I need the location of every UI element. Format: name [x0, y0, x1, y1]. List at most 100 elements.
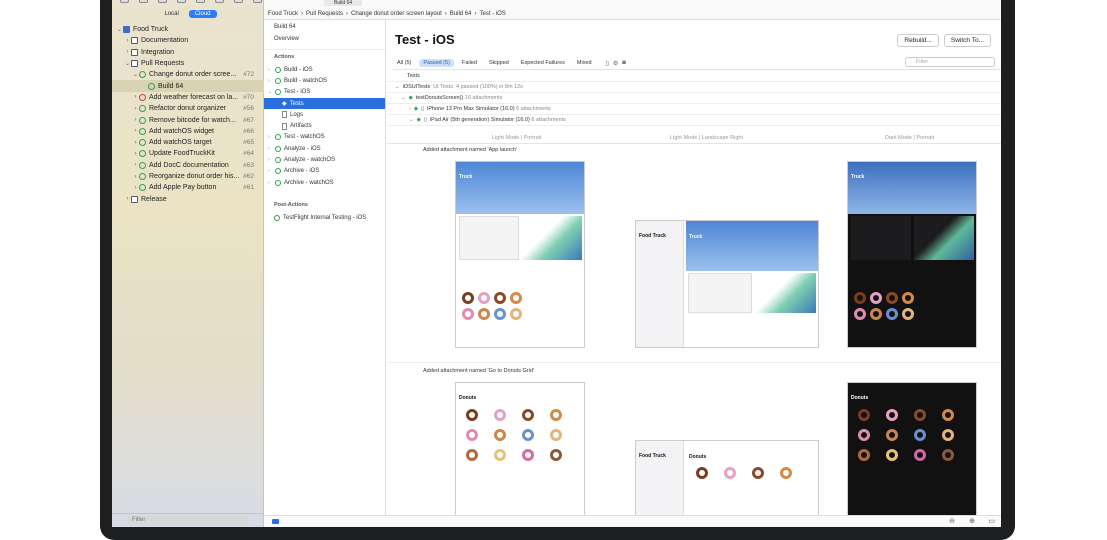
report-filter-input[interactable]: Filter: [905, 57, 995, 67]
filter-passed[interactable]: Passed (5): [419, 59, 454, 67]
build-outline: Build 64 Overview Actions › Build - iOS ›…: [264, 20, 386, 527]
actions-section-label: Actions: [274, 54, 295, 60]
screenshot-donuts-landscape[interactable]: Food Truck Donuts: [635, 440, 819, 522]
camera-icon[interactable]: ◙: [622, 60, 626, 66]
post-action-testflight[interactable]: TestFlight Internal Testing - iOS: [264, 212, 385, 223]
filter-failed[interactable]: Failed: [458, 59, 481, 67]
overview-item[interactable]: Overview: [264, 32, 385, 44]
action-logs[interactable]: Logs: [264, 109, 385, 120]
tree-item-documentation[interactable]: › Documentation: [112, 35, 264, 46]
editor-tab[interactable]: Build 64: [324, 0, 363, 6]
navigator-filter-bar: Filter: [112, 513, 264, 527]
breadcrumb-item[interactable]: Food Truck: [268, 11, 298, 17]
navigator-tree: ⌄ Food Truck › Documentation › Integration …: [112, 24, 264, 205]
device-row-iphone[interactable]: › ◆ ▯ iPhone 13 Pro Max Simulator (16.0) 6 …: [387, 104, 1001, 115]
column-dark-portrait: Dark Mode | Portrait: [885, 135, 935, 141]
issue-icon[interactable]: [196, 0, 205, 3]
group-icon: [131, 195, 138, 203]
report-icon[interactable]: [253, 0, 262, 3]
column-light-portrait: Light Mode | Portrait: [492, 135, 542, 141]
scope-local[interactable]: Local: [158, 10, 184, 18]
folder-icon[interactable]: [120, 0, 129, 3]
attachment-label: Added attachment named 'Go to Donuts Gri…: [423, 368, 534, 374]
post-actions-label: Post-Actions: [274, 202, 308, 209]
tree-item-pr-64[interactable]: › Update FoodTruckKit #64: [112, 148, 264, 159]
tree-item-pr-65[interactable]: › Add watchOS target #65: [112, 137, 264, 148]
editor-tab-bar: Build 64 Food Truck › Pull Requests › Chan…: [264, 0, 1001, 20]
checkmark-icon: [148, 82, 155, 90]
tree-root[interactable]: ⌄ Food Truck: [112, 24, 264, 35]
device-icon[interactable]: ▯: [606, 60, 609, 67]
action-analyze-ios[interactable]: › Analyze - iOS: [264, 143, 385, 154]
tree-item-pr-63[interactable]: › Add DocC documentation #63: [112, 160, 264, 171]
symbol-icon[interactable]: [158, 0, 167, 3]
screenshot-light-portrait[interactable]: Truck: [455, 161, 585, 348]
checkmark-icon: [275, 66, 281, 73]
device-row-ipad[interactable]: ⌄ ◆ ▯ iPad Air (5th generation) Simulator (…: [387, 115, 1001, 126]
filter-expected-failures[interactable]: Expected Failures: [517, 59, 569, 67]
tree-item-pr-72[interactable]: ⌄ Change donut order scree... #72: [112, 69, 264, 80]
tree-item-build-64[interactable]: Build 64: [112, 80, 264, 92]
screenshot-donuts-light[interactable]: Donuts: [455, 382, 585, 522]
action-archive-ios[interactable]: › Archive - iOS: [264, 166, 385, 177]
action-test-watchos[interactable]: › Test - watchOS: [264, 132, 385, 143]
scope-cloud[interactable]: Cloud: [188, 10, 217, 18]
document-icon: [282, 111, 287, 119]
attachment-label: Added attachment named 'App launch': [423, 147, 518, 153]
action-build-watchos[interactable]: › Build - watchOS: [264, 75, 385, 86]
find-icon[interactable]: [177, 0, 186, 3]
action-test-ios[interactable]: ⌄ Test - iOS: [264, 87, 385, 98]
screenshot-light-landscape[interactable]: Food Truck Truck: [635, 220, 819, 348]
iphone-icon: ▯: [421, 106, 425, 112]
checkmark-icon: [139, 161, 146, 169]
breadcrumb-item[interactable]: Change donut order screen layout: [351, 11, 442, 17]
zoom-in-icon[interactable]: ⊕: [969, 517, 975, 525]
zoom-out-icon[interactable]: ⊖: [949, 517, 955, 525]
ipad-icon: ▯: [423, 117, 427, 123]
sidebar-toggle-icon[interactable]: [272, 519, 279, 524]
tree-item-release[interactable]: › Release: [112, 193, 264, 204]
action-tests[interactable]: ◆ Tests: [264, 97, 385, 110]
rebuild-button[interactable]: Rebuild...: [897, 34, 939, 47]
checkmark-icon: [139, 139, 146, 147]
screenshot-donuts-dark[interactable]: Donuts: [847, 382, 977, 522]
suite-row[interactable]: ⌄ iOSUITests UI Tests 4 passed (100%) in …: [387, 82, 1001, 93]
switch-to-button[interactable]: Switch To...: [943, 34, 991, 47]
breadcrumb-item[interactable]: Build 64: [450, 11, 472, 17]
checkmark-icon: [139, 184, 146, 192]
chevron-right-icon: ›: [444, 11, 447, 17]
tree-item-integration[interactable]: › Integration: [112, 47, 264, 58]
test-row[interactable]: ⌄ ◆ testDonutsScreen() 16 attachments: [387, 93, 1001, 104]
action-analyze-watchos[interactable]: › Analyze - watchOS: [264, 154, 385, 165]
filter-skipped[interactable]: Skipped: [485, 59, 513, 67]
build-header: Build 64: [274, 24, 296, 30]
tree-item-pr-62[interactable]: › Reorganize donut order his... #62: [112, 171, 264, 182]
tree-item-pr-70[interactable]: › Add weather forecast on la... #70: [112, 92, 264, 103]
diamond-icon: ◆: [282, 101, 287, 108]
breadcrumb-item[interactable]: Test - iOS: [479, 11, 505, 17]
action-archive-watchos[interactable]: › Archive - watchOS: [264, 177, 385, 188]
filter-mixed[interactable]: Mixed: [573, 59, 596, 67]
tree-item-pr-61[interactable]: › Add Apple Pay button #61: [112, 182, 264, 193]
checkmark-icon: [274, 214, 280, 221]
tree-item-pr-56[interactable]: › Refactor donut organizer #56: [112, 103, 264, 114]
checkmark-icon: [275, 134, 281, 141]
source-control-icon[interactable]: [139, 0, 148, 3]
inspector-toggle-icon[interactable]: ▭: [988, 517, 995, 525]
action-build-ios[interactable]: › Build - iOS: [264, 64, 385, 75]
tree-item-pr-66[interactable]: › Add watchOS widget #66: [112, 126, 264, 137]
debug-icon[interactable]: [234, 0, 243, 3]
screenshot-dark-portrait[interactable]: Truck: [847, 161, 977, 348]
tree-item-pr-67[interactable]: › Remove bitcode for watch... #67: [112, 114, 264, 125]
navigator-filter-input[interactable]: Filter: [128, 516, 248, 525]
tests-header: Tests: [387, 71, 1001, 82]
filter-all[interactable]: All (5): [393, 59, 415, 67]
attachment-column-headers: Light Mode | Portrait Light Mode | Lands…: [387, 132, 1001, 144]
document-icon: [282, 122, 287, 130]
tree-item-pull-requests[interactable]: ⌄ Pull Requests: [112, 58, 264, 69]
test-icon[interactable]: [215, 0, 224, 3]
gear-icon[interactable]: ⚙: [613, 60, 618, 67]
action-artifacts[interactable]: Artifacts: [264, 120, 385, 131]
checkmark-icon: [139, 127, 146, 135]
breadcrumb-item[interactable]: Pull Requests: [306, 11, 343, 17]
